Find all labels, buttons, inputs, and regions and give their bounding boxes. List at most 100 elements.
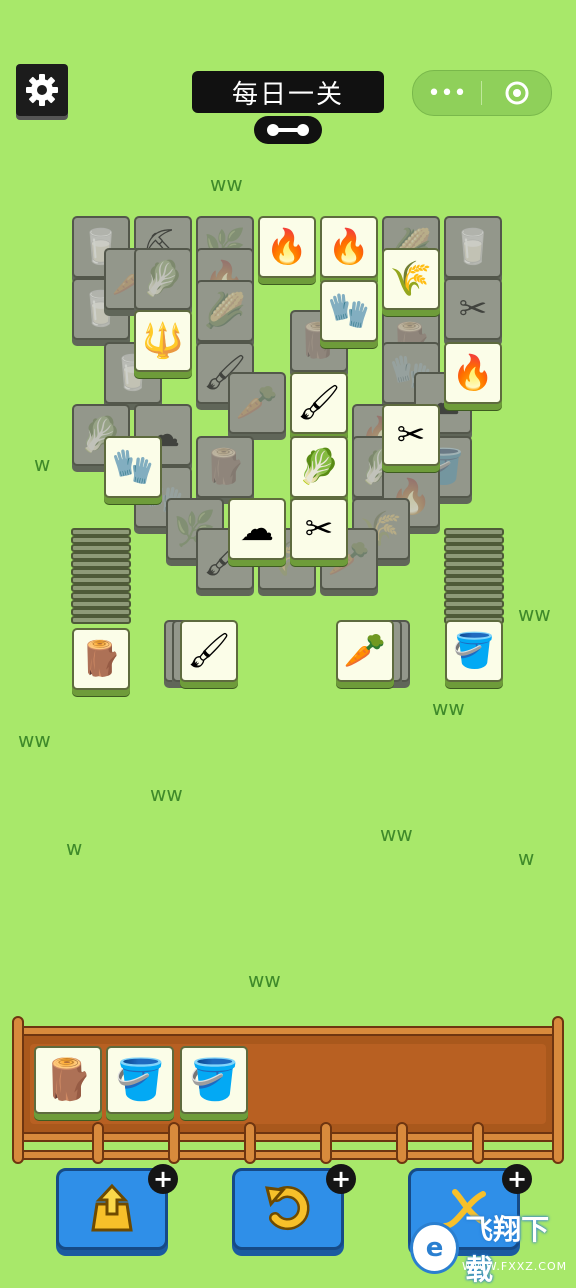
stack-card — [444, 584, 504, 592]
stack-card — [444, 528, 504, 536]
more-button[interactable]: ••• — [413, 71, 481, 115]
plus-icon[interactable]: + — [502, 1164, 532, 1194]
tile-covered: 🪵 — [196, 436, 254, 498]
stack-card — [444, 608, 504, 616]
stack-card — [71, 576, 131, 584]
stump-icon: 🪵 — [79, 639, 123, 679]
stack-card — [71, 584, 131, 592]
tile-icon: 🥛 — [451, 227, 495, 267]
stack-card — [71, 552, 131, 560]
bucket-icon: 🪣 — [452, 631, 496, 671]
grass-decoration: ᴡᴡ — [432, 696, 465, 720]
glove-icon: 🧤 — [327, 291, 371, 331]
cotton-icon: ☁ — [240, 509, 274, 549]
stack-card — [71, 608, 131, 616]
fence-rail — [14, 1026, 562, 1036]
tile-wheat-bundle[interactable]: 🌾 — [382, 248, 440, 310]
tile-brush[interactable]: 🖌 — [290, 372, 348, 434]
tray-slot-2: 🪣 — [106, 1046, 174, 1114]
fence-post — [168, 1122, 180, 1164]
bucket-icon: 🪣 — [115, 1057, 165, 1103]
box-arrow-up-icon — [91, 1183, 133, 1232]
tile-rake[interactable]: 🔱 — [134, 310, 192, 372]
stack-card — [444, 592, 504, 600]
tile-campfire[interactable]: 🔥 — [258, 216, 316, 278]
plus-icon[interactable]: + — [326, 1164, 356, 1194]
shears-icon: ✂ — [304, 509, 334, 549]
stack-card — [71, 544, 131, 552]
stack-card — [444, 552, 504, 560]
tray-slot-3: 🪣 — [180, 1046, 248, 1114]
stack-card — [444, 576, 504, 584]
watermark-logo-icon: e — [410, 1222, 460, 1274]
undo-icon — [265, 1186, 310, 1231]
tile-brush[interactable]: 🖌 — [180, 620, 238, 682]
stack-card — [444, 560, 504, 568]
tile-covered: 🥬 — [134, 248, 192, 310]
stack-card — [444, 600, 504, 608]
grass-decoration: ᴡᴡ — [210, 172, 243, 196]
grass-decoration: ᴡᴡ — [518, 602, 551, 626]
stack-card — [71, 528, 131, 536]
tile-cotton[interactable]: ☁ — [228, 498, 286, 560]
brush-icon: 🖌 — [297, 383, 341, 423]
campfire-icon: 🔥 — [451, 353, 495, 393]
fence-post — [552, 1016, 564, 1164]
tile-icon: ✂ — [458, 289, 488, 329]
progress-dumbbell-icon — [267, 124, 309, 136]
tile-campfire[interactable]: 🔥 — [444, 342, 502, 404]
rake-icon: 🔱 — [141, 321, 185, 361]
fence-post — [472, 1122, 484, 1164]
grass-decoration: ᴡ — [34, 452, 51, 476]
plus-icon[interactable]: + — [148, 1164, 178, 1194]
stack-card — [71, 616, 131, 624]
tile-covered: 🌽 — [196, 280, 254, 342]
grass-decoration: ᴡᴡ — [18, 728, 51, 752]
grass-decoration: ᴡ — [66, 836, 83, 860]
bucket-icon: 🪣 — [189, 1057, 239, 1103]
tile-bucket[interactable]: 🪣 — [445, 620, 503, 682]
stack-card — [444, 536, 504, 544]
stack-card — [444, 544, 504, 552]
stack-card — [71, 600, 131, 608]
close-button[interactable] — [482, 71, 551, 115]
grass-decoration: ᴡᴡ — [150, 782, 183, 806]
tile-icon: 🥕 — [235, 383, 279, 423]
campfire-icon: 🔥 — [327, 227, 371, 267]
fence-post — [320, 1122, 332, 1164]
stack-card — [71, 592, 131, 600]
grass-decoration: ᴡᴡ — [380, 822, 413, 846]
tile-stump[interactable]: stump🪵 — [72, 628, 130, 690]
tile-campfire[interactable]: 🔥 — [320, 216, 378, 278]
level-title: 每日一关 — [192, 71, 384, 113]
tile-covered: 🥛 — [444, 216, 502, 278]
target-icon — [505, 81, 528, 105]
tile-shears[interactable]: ✂ — [382, 404, 440, 466]
tile-carrot[interactable]: 🥕 — [336, 620, 394, 682]
fence-post — [12, 1016, 24, 1164]
tile-icon: 🪵 — [203, 447, 247, 487]
miniprogram-capsule: ••• — [412, 70, 552, 116]
settings-button[interactable] — [16, 64, 68, 116]
left-stack — [71, 528, 133, 628]
carrot-icon: 🥕 — [343, 631, 387, 671]
tile-glove[interactable]: 🧤 — [320, 280, 378, 342]
progress-indicator — [254, 116, 322, 144]
gear-icon — [26, 74, 58, 106]
stack-card — [71, 560, 131, 568]
campfire-icon: 🔥 — [265, 227, 309, 267]
tile-covered: ✂ — [444, 278, 502, 340]
stump-icon: 🪵 — [43, 1057, 93, 1103]
wheat-bundle-icon: 🌾 — [389, 259, 433, 299]
tile-shears[interactable]: ✂ — [290, 498, 348, 560]
stack-card — [71, 568, 131, 576]
tile-covered: 🥕 — [228, 372, 286, 434]
stack-card — [444, 568, 504, 576]
glove-icon: 🧤 — [111, 447, 155, 487]
tile-cabbage[interactable]: 🥬 — [290, 436, 348, 498]
watermark-url: WWW.FXXZ.COM — [462, 1260, 568, 1273]
tile-glove[interactable]: 🧤 — [104, 436, 162, 498]
fence-post — [92, 1122, 104, 1164]
right-stack — [444, 528, 506, 628]
tile-icon: 🌽 — [203, 291, 247, 331]
